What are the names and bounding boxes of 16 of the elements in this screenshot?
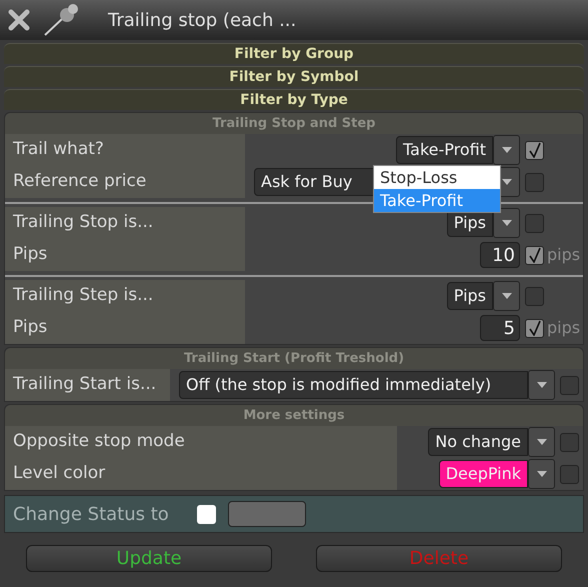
setting-label: Trailing Step is... bbox=[13, 284, 154, 308]
unit-label: pips bbox=[547, 244, 579, 266]
setting-label: Pips bbox=[13, 316, 48, 340]
status-label: Change Status to bbox=[13, 502, 169, 526]
setting-label: Trailing Start is... bbox=[13, 373, 156, 396]
window-title: Trailing stop (each ... bbox=[108, 8, 296, 32]
unit-label: pips bbox=[547, 317, 579, 339]
setting-label: Opposite stop mode bbox=[13, 430, 185, 454]
setting-label: Reference price bbox=[13, 170, 146, 194]
section-title: Trailing Stop and Step bbox=[212, 114, 376, 133]
section-title: Trailing Start (Profit Treshold) bbox=[184, 350, 404, 368]
setting-label: Pips bbox=[13, 243, 48, 266]
setting-label: Level color bbox=[13, 462, 106, 486]
setting-label: Trailing Stop is... bbox=[13, 211, 154, 234]
setting-label: Trail what? bbox=[13, 138, 104, 162]
section-title: More settings bbox=[243, 406, 345, 425]
